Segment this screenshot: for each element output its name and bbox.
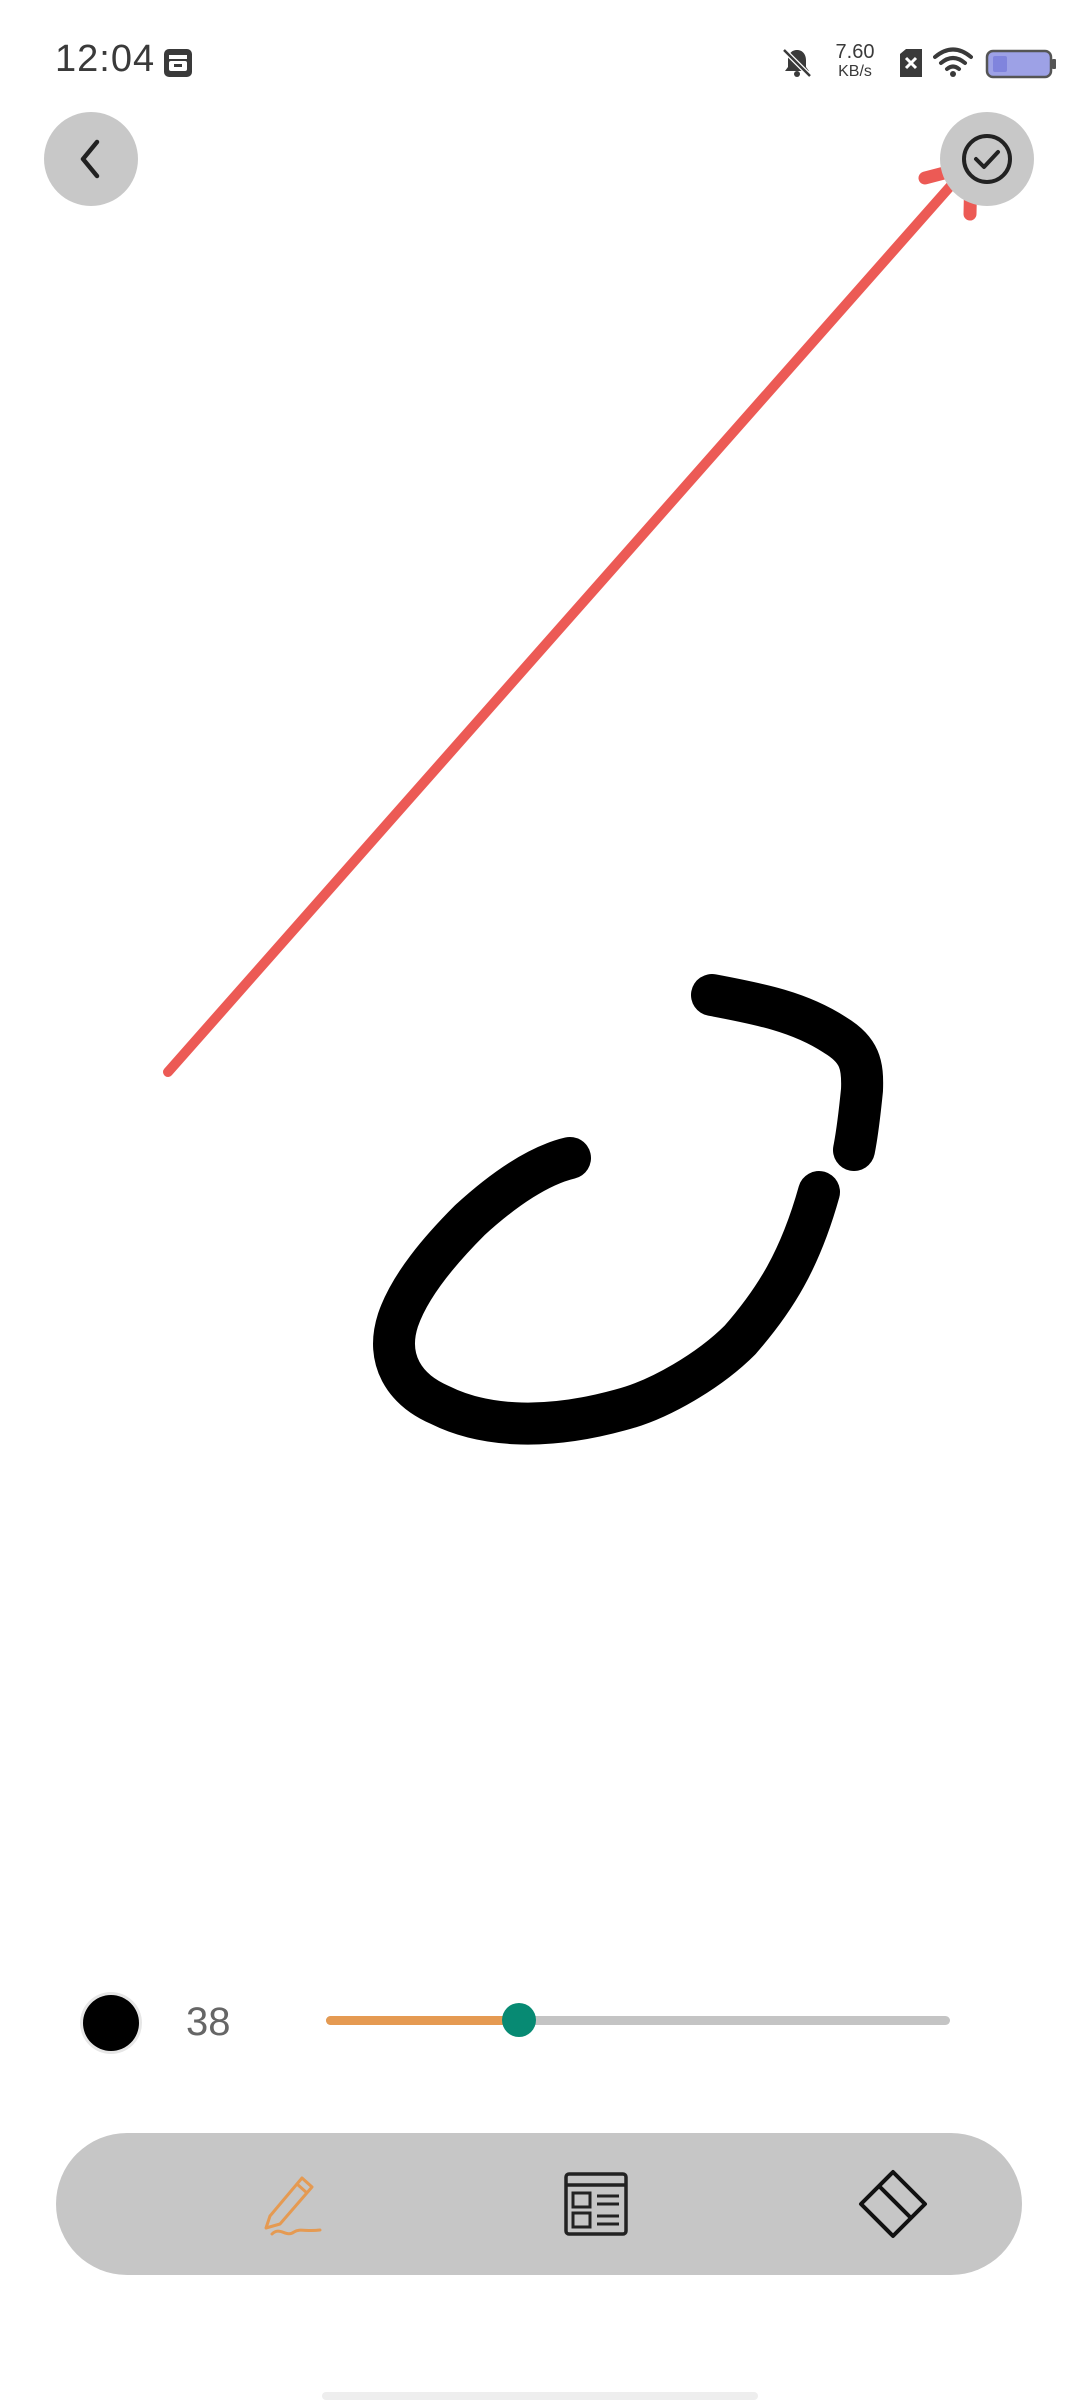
eraser-icon	[859, 2170, 927, 2238]
brush-color-swatch[interactable]	[83, 1995, 139, 2051]
status-icons: 7.60 KB/s	[740, 0, 1080, 110]
tool-bar	[56, 2133, 1022, 2275]
freehand-strokes	[373, 974, 884, 1445]
mute-icon	[782, 48, 812, 78]
battery-icon	[985, 49, 1056, 79]
app-notification-icon	[164, 49, 192, 77]
status-time: 12:04	[55, 38, 156, 80]
pen-tool-button[interactable]	[244, 2154, 344, 2254]
back-button[interactable]	[44, 112, 138, 206]
template-tool-button[interactable]	[546, 2154, 646, 2254]
wifi-icon	[933, 47, 973, 77]
slider-fill	[326, 2016, 520, 2025]
network-speed-value: 7.60	[835, 41, 875, 63]
network-speed-unit: KB/s	[838, 63, 872, 80]
brush-size-value: 38	[186, 2000, 231, 2044]
check-circle-icon	[962, 134, 1012, 184]
brush-size-slider[interactable]	[326, 2000, 950, 2040]
annotation-arrow	[163, 159, 978, 1077]
sim-icon	[900, 49, 922, 77]
confirm-button[interactable]	[940, 112, 1034, 206]
home-indicator	[322, 2392, 758, 2400]
network-speed: 7.60 KB/s	[820, 42, 890, 80]
slider-thumb[interactable]	[502, 2003, 537, 2037]
eraser-tool-button[interactable]	[843, 2154, 943, 2254]
status-bar: 12:04 7.60 KB/s	[0, 0, 1080, 110]
template-icon	[564, 2172, 628, 2236]
drawing-canvas[interactable]	[0, 0, 1080, 2408]
chevron-left-icon	[80, 139, 100, 179]
pen-icon	[264, 2176, 322, 2236]
